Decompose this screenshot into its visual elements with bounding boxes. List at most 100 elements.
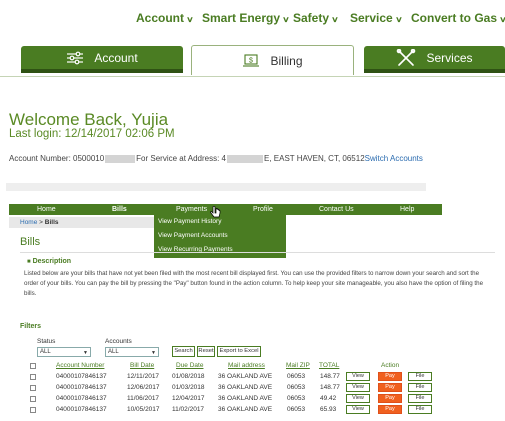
table-row: 04000107846137 11/06/2017 12/04/2017 36 … bbox=[0, 394, 505, 405]
top-nav-convert-to-gas[interactable]: Convert to Gas∨ bbox=[411, 11, 505, 25]
laptop-dollar-icon: $ bbox=[242, 53, 260, 68]
nav-profile[interactable]: Profile bbox=[253, 204, 273, 215]
row-checkbox[interactable] bbox=[30, 385, 36, 391]
section-tabs: Account $ Billing Services bbox=[21, 45, 505, 76]
top-nav-label: Safety bbox=[293, 11, 330, 25]
export-to-excel-button[interactable]: Export to Excel bbox=[217, 346, 261, 357]
service-address-text: For Service at Address: 4 bbox=[136, 154, 226, 163]
top-nav-label: Convert to Gas bbox=[411, 11, 498, 25]
view-button[interactable]: View bbox=[346, 394, 370, 403]
accounts-select[interactable]: ALL ▼ bbox=[105, 347, 159, 357]
switch-accounts-link[interactable]: Switch Accounts bbox=[365, 154, 423, 163]
status-select-value: ALL bbox=[40, 349, 51, 355]
svg-text:$: $ bbox=[250, 57, 254, 64]
col-total[interactable]: TOTAL bbox=[319, 362, 339, 369]
file-button[interactable]: File bbox=[408, 394, 432, 403]
top-nav: Account ∨ Smart Energy ∨ Safety ∨ Service ∨ … bbox=[0, 11, 505, 27]
top-nav-smart-energy[interactable]: Smart Energy ∨ bbox=[202, 11, 290, 25]
billing-nav: Home Bills Payments Profile Contact Us H… bbox=[9, 204, 442, 215]
nav-contact-us[interactable]: Contact Us bbox=[319, 204, 354, 215]
cell-account: 04000107846137 bbox=[56, 395, 107, 402]
cell-zip: 06053 bbox=[287, 395, 306, 402]
col-action: Action bbox=[381, 362, 400, 369]
chevron-down-icon: ∨ bbox=[331, 15, 339, 24]
cell-due-date: 12/04/2017 bbox=[172, 395, 205, 402]
account-info-line: Account Number: 0500010 For Service at Ad… bbox=[9, 154, 423, 163]
file-button[interactable]: File bbox=[408, 383, 432, 392]
cell-address: 36 OAKLAND AVE bbox=[218, 406, 273, 413]
tab-label: Services bbox=[426, 50, 473, 65]
cell-address: 36 OAKLAND AVE bbox=[218, 373, 273, 380]
file-button[interactable]: File bbox=[408, 372, 432, 381]
reset-button[interactable]: Reset bbox=[197, 346, 215, 357]
pay-button[interactable]: Pay bbox=[378, 405, 402, 414]
chevron-down-icon: ∨ bbox=[499, 15, 505, 24]
tab-label: Account bbox=[94, 50, 138, 65]
cell-zip: 06053 bbox=[287, 373, 306, 380]
file-button[interactable]: File bbox=[408, 405, 432, 414]
top-nav-account[interactable]: Account ∨ bbox=[136, 11, 194, 25]
cell-address: 36 OAKLAND AVE bbox=[218, 395, 273, 402]
cell-total: 148.77 bbox=[320, 373, 340, 380]
tools-icon bbox=[396, 48, 416, 67]
divider-band bbox=[6, 183, 426, 191]
nav-bills[interactable]: Bills bbox=[112, 204, 127, 215]
cell-due-date: 01/08/2018 bbox=[172, 373, 205, 380]
row-checkbox[interactable] bbox=[30, 407, 36, 413]
top-nav-service[interactable]: Service ∨ bbox=[350, 11, 402, 25]
last-login: Last login: 12/14/2017 02:06 PM bbox=[9, 128, 175, 140]
view-button[interactable]: View bbox=[346, 372, 370, 381]
select-all-checkbox[interactable] bbox=[30, 363, 36, 369]
cell-bill-date: 11/06/2017 bbox=[127, 395, 160, 402]
cell-account: 04000107846137 bbox=[56, 384, 107, 391]
breadcrumb-current: Bills bbox=[44, 219, 59, 226]
search-button[interactable]: Search bbox=[172, 346, 195, 357]
cell-total: 49.42 bbox=[320, 395, 337, 402]
page-title: Bills bbox=[20, 236, 41, 248]
pay-button[interactable]: Pay bbox=[378, 394, 402, 403]
cell-due-date: 11/02/2017 bbox=[172, 406, 205, 413]
pay-button[interactable]: Pay bbox=[378, 383, 402, 392]
menu-view-payment-accounts[interactable]: View Payment Accounts bbox=[158, 232, 228, 239]
cell-account: 04000107846137 bbox=[56, 373, 107, 380]
cell-bill-date: 10/05/2017 bbox=[127, 406, 160, 413]
tab-services[interactable]: Services bbox=[364, 46, 505, 73]
status-select[interactable]: ALL ▼ bbox=[37, 347, 91, 357]
col-due-date[interactable]: Due Date bbox=[176, 362, 203, 369]
account-number-text: Account Number: 0500010 bbox=[9, 154, 105, 163]
redacted-block bbox=[105, 154, 136, 163]
top-nav-safety[interactable]: Safety ∨ bbox=[293, 11, 339, 25]
col-account-number[interactable]: Account Number bbox=[56, 362, 104, 369]
view-button[interactable]: View bbox=[346, 405, 370, 414]
nav-payments[interactable]: Payments bbox=[176, 204, 207, 215]
breadcrumb-separator: > bbox=[37, 219, 45, 226]
col-bill-date[interactable]: Bill Date bbox=[130, 362, 154, 369]
collapse-icon: ■ bbox=[27, 259, 31, 265]
tab-billing[interactable]: $ Billing bbox=[191, 45, 354, 75]
cell-zip: 06053 bbox=[287, 406, 306, 413]
col-mail-address[interactable]: Mail address bbox=[228, 362, 265, 369]
table-row: 04000107846137 10/05/2017 11/02/2017 36 … bbox=[0, 405, 505, 416]
status-label: Status bbox=[37, 338, 56, 345]
nav-help[interactable]: Help bbox=[400, 204, 414, 215]
row-checkbox[interactable] bbox=[30, 374, 36, 380]
tab-account[interactable]: Account bbox=[21, 46, 183, 73]
filters-heading: Filters bbox=[20, 323, 42, 330]
accounts-label: Accounts bbox=[105, 338, 132, 345]
tabs-divider bbox=[0, 76, 505, 77]
cell-total: 65.93 bbox=[320, 406, 337, 413]
view-button[interactable]: View bbox=[346, 383, 370, 392]
dropdown-arrow-icon: ▼ bbox=[83, 350, 88, 356]
hand-cursor-icon bbox=[210, 205, 221, 224]
pay-button[interactable]: Pay bbox=[378, 372, 402, 381]
description-heading[interactable]: ■ Description bbox=[27, 258, 71, 265]
table-row: 04000107846137 12/11/2017 01/08/2018 36 … bbox=[0, 372, 505, 383]
welcome-heading: Welcome Back, Yujia bbox=[9, 110, 169, 129]
breadcrumb-home[interactable]: Home bbox=[20, 219, 37, 226]
nav-home[interactable]: Home bbox=[37, 204, 56, 215]
row-checkbox[interactable] bbox=[30, 396, 36, 402]
description-panel: ■ Description Listed below are your bill… bbox=[20, 252, 495, 324]
chevron-down-icon: ∨ bbox=[186, 15, 194, 24]
breadcrumb: Home > Bills bbox=[9, 217, 154, 228]
col-mail-zip[interactable]: Mail ZIP bbox=[286, 362, 310, 369]
